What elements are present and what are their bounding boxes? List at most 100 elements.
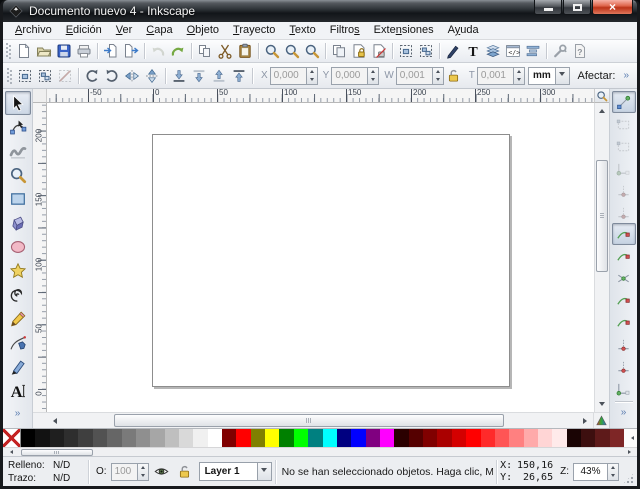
vertical-scroll-track[interactable] xyxy=(595,116,609,399)
swatch-red-ramp-9[interactable] xyxy=(509,429,523,447)
lock-ratio-toggle[interactable] xyxy=(445,67,463,85)
select-all-layers-button[interactable] xyxy=(35,66,55,86)
swatch-red-ramp-6[interactable] xyxy=(466,429,480,447)
swatch-gray-12[interactable] xyxy=(193,429,207,447)
zoom-input[interactable]: 43% xyxy=(573,463,607,481)
swatch-black[interactable] xyxy=(21,429,35,447)
swatch-red-ramp-3[interactable] xyxy=(423,429,437,447)
maximize-button[interactable] xyxy=(563,0,591,15)
swatch-red-ramp-7[interactable] xyxy=(481,429,495,447)
layer-lock-toggle[interactable] xyxy=(175,462,195,482)
canvas[interactable] xyxy=(47,103,594,412)
menu-extensiones[interactable]: Extensiones xyxy=(367,22,441,39)
menu-capa[interactable]: Capa xyxy=(139,22,179,39)
snap-nodes-button[interactable] xyxy=(612,223,636,245)
tool-3d-box[interactable] xyxy=(5,211,31,235)
lower-to-bottom-button[interactable] xyxy=(169,66,189,86)
opacity-spin-up[interactable] xyxy=(138,464,148,472)
opacity-spin-down[interactable] xyxy=(138,472,148,480)
swatch-purple[interactable] xyxy=(366,429,380,447)
current-layer[interactable]: Layer 1 xyxy=(199,462,257,481)
swatch-none[interactable] xyxy=(3,429,21,447)
horizontal-ruler[interactable]: -50050100150200250300350 xyxy=(47,89,594,103)
y-spin-up[interactable] xyxy=(368,68,378,76)
tool-selector[interactable] xyxy=(5,91,31,115)
vertical-ruler[interactable]: 200150100500 xyxy=(33,103,47,412)
toolbox-overflow-chevron[interactable]: » xyxy=(15,408,21,419)
titlebar[interactable]: Documento nuevo 4 - Inkscape × xyxy=(3,0,637,22)
tool-node-editor[interactable] xyxy=(5,115,31,139)
menu-edicion[interactable]: Edición xyxy=(59,22,109,39)
swatch-olive[interactable] xyxy=(251,429,265,447)
swatch-gray-6[interactable] xyxy=(107,429,121,447)
swatch-white[interactable] xyxy=(208,429,222,447)
swatch-gray-9[interactable] xyxy=(150,429,164,447)
menu-trayecto[interactable]: Trayecto xyxy=(226,22,282,39)
height-input[interactable]: 0,001 xyxy=(477,67,513,85)
swatch-dark-red-4[interactable] xyxy=(610,429,624,447)
print-button[interactable] xyxy=(74,41,94,61)
menu-archivo[interactable]: Archivo xyxy=(8,22,59,39)
ungroup-button[interactable] xyxy=(416,41,436,61)
export-button[interactable] xyxy=(121,41,141,61)
close-button[interactable]: × xyxy=(592,0,633,15)
swatch-lime[interactable] xyxy=(294,429,308,447)
snap-bbox-edges-button[interactable] xyxy=(612,135,636,157)
swatch-gray-1[interactable] xyxy=(35,429,49,447)
toolbar-grip[interactable] xyxy=(7,68,12,84)
zoom-spin-up[interactable] xyxy=(608,464,618,472)
x-input[interactable]: 0,000 xyxy=(270,67,306,85)
flip-horizontal-button[interactable] xyxy=(122,66,142,86)
swatch-green[interactable] xyxy=(279,429,293,447)
toolbar-grip[interactable] xyxy=(6,43,11,59)
tool-star[interactable] xyxy=(5,259,31,283)
scroll-right-arrow[interactable] xyxy=(580,413,593,428)
snap-line-midpoints-button[interactable] xyxy=(612,333,636,355)
text-dialog-button[interactable] xyxy=(463,41,483,61)
swatch-gray-5[interactable] xyxy=(93,429,107,447)
swatch-red-ramp-2[interactable] xyxy=(409,429,423,447)
swatch-dark-red-3[interactable] xyxy=(595,429,609,447)
raise-to-top-button[interactable] xyxy=(229,66,249,86)
paste-button[interactable] xyxy=(235,41,255,61)
toolbar-overflow-chevron[interactable]: » xyxy=(623,70,629,81)
swatch-red-ramp-4[interactable] xyxy=(437,429,451,447)
fill-stroke-dialog-button[interactable] xyxy=(443,41,463,61)
open-document-button[interactable] xyxy=(34,41,54,61)
scroll-left-arrow[interactable] xyxy=(47,413,60,428)
swatch-navy[interactable] xyxy=(337,429,351,447)
opacity-input[interactable]: 100 xyxy=(111,463,137,481)
deselect-button[interactable] xyxy=(55,66,75,86)
swatch-dark-red-1[interactable] xyxy=(567,429,581,447)
zoom-page-button[interactable] xyxy=(302,41,322,61)
snapbar-overflow-chevron[interactable]: » xyxy=(621,407,627,418)
zoom-drawing-button[interactable] xyxy=(282,41,302,61)
swatch-magenta[interactable] xyxy=(380,429,394,447)
new-document-button[interactable] xyxy=(14,41,34,61)
swatch-gray-7[interactable] xyxy=(122,429,136,447)
duplicate-button[interactable] xyxy=(329,41,349,61)
lower-button[interactable] xyxy=(189,66,209,86)
unit-dropdown[interactable] xyxy=(555,67,570,85)
snap-bbox-centers-button[interactable] xyxy=(612,201,636,223)
window-resize-grip[interactable] xyxy=(622,472,635,485)
snap-enable-button[interactable] xyxy=(612,91,636,113)
swatch-teal[interactable] xyxy=(308,429,322,447)
tool-zoom[interactable] xyxy=(5,163,31,187)
swatch-gray-11[interactable] xyxy=(179,429,193,447)
document-properties-button[interactable] xyxy=(570,41,590,61)
swatch-red-ramp-11[interactable] xyxy=(538,429,552,447)
swatch-red[interactable] xyxy=(236,429,250,447)
swatch-gray-4[interactable] xyxy=(78,429,92,447)
scroll-up-arrow[interactable] xyxy=(595,103,609,116)
xml-editor-button[interactable] xyxy=(503,41,523,61)
redo-button[interactable] xyxy=(168,41,188,61)
swatch-gray-8[interactable] xyxy=(136,429,150,447)
swatch-gray-3[interactable] xyxy=(64,429,78,447)
rotate-ccw-button[interactable] xyxy=(82,66,102,86)
swatch-red-ramp-8[interactable] xyxy=(495,429,509,447)
align-dialog-button[interactable] xyxy=(523,41,543,61)
zoom-spin-down[interactable] xyxy=(608,472,618,480)
menu-objeto[interactable]: Objeto xyxy=(180,22,226,39)
x-spin-up[interactable] xyxy=(307,68,317,76)
